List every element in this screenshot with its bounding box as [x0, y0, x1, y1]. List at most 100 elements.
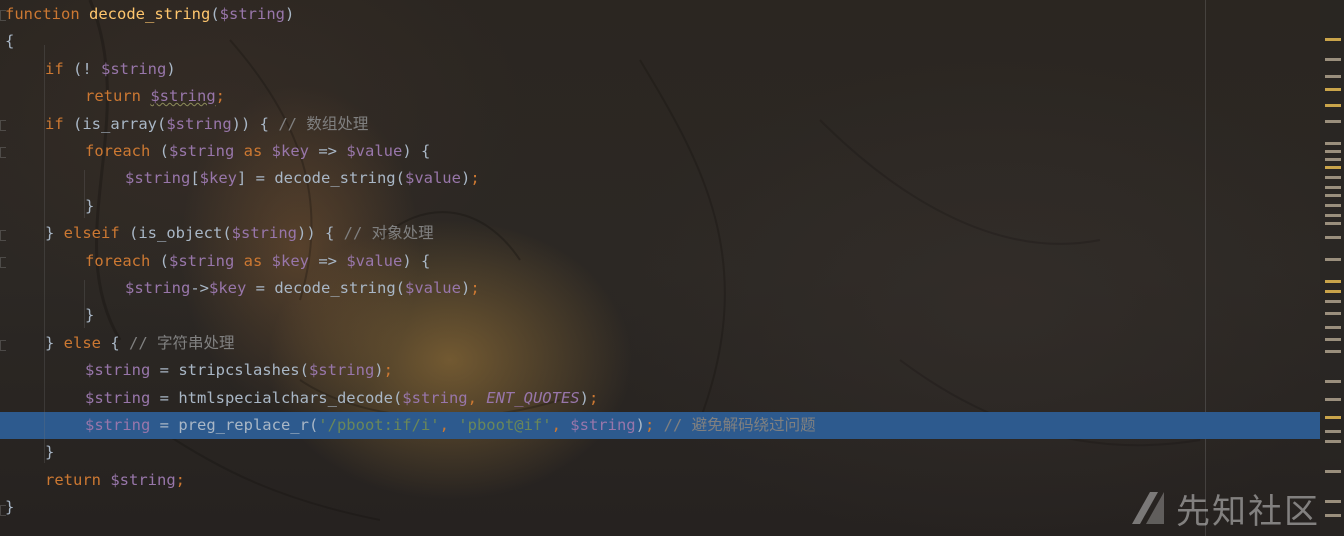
code-line[interactable]: }	[0, 439, 1320, 466]
editor-scrollbar[interactable]	[1320, 0, 1344, 536]
code-line[interactable]: } elseif (is_object($string)) { // 对象处理	[0, 220, 1320, 247]
code-token: $string	[169, 251, 244, 270]
scrollbar-marker	[1325, 380, 1341, 383]
code-token: $string	[85, 388, 160, 407]
code-token: (!	[73, 59, 101, 78]
code-token: )	[374, 361, 384, 380]
code-token: $value	[404, 169, 461, 188]
code-token: }	[45, 333, 64, 352]
code-token: as	[243, 142, 272, 160]
xianzhi-logo-icon	[1132, 492, 1164, 524]
code-line[interactable]: $string = htmlspecialchars_decode($strin…	[0, 385, 1320, 412]
scrollbar-marker	[1325, 416, 1341, 419]
code-token: as	[243, 251, 272, 270]
code-line[interactable]: foreach ($string as $key => $value) {	[0, 138, 1320, 165]
code-text: $string = htmlspecialchars_decode($strin…	[85, 385, 598, 412]
fold-marker-icon[interactable]	[0, 505, 6, 516]
fold-marker-icon[interactable]	[0, 147, 6, 158]
code-token: $string	[125, 279, 191, 297]
scrollbar-marker	[1325, 222, 1341, 225]
code-text: $string->$key = decode_string($value);	[125, 275, 480, 302]
code-token: ;	[383, 361, 393, 380]
code-line[interactable]: $string->$key = decode_string($value);	[0, 275, 1320, 302]
code-token: $string	[85, 361, 160, 380]
code-token: )) {	[231, 114, 279, 133]
code-token: ;	[470, 279, 480, 297]
indent-guide	[84, 280, 85, 328]
fold-marker-icon[interactable]	[0, 120, 6, 131]
code-token: }	[85, 306, 95, 325]
code-token: )	[166, 59, 176, 78]
code-token: ->	[190, 279, 209, 297]
code-text: }	[85, 302, 94, 329]
code-token: //	[278, 114, 307, 133]
scrollbar-marker	[1325, 514, 1341, 517]
scrollbar-marker	[1325, 350, 1341, 353]
code-token: return	[45, 470, 111, 489]
code-line[interactable]: foreach ($string as $key => $value) {	[0, 248, 1320, 275]
code-token: ,	[551, 416, 571, 434]
code-line[interactable]: $string[$key] = decode_string($value);	[0, 165, 1320, 192]
code-token: )	[460, 169, 471, 188]
code-line[interactable]: function decode_string($string)	[0, 1, 1320, 28]
scrollbar-marker	[1325, 326, 1341, 329]
code-token: $string	[219, 5, 285, 23]
code-token: )	[635, 416, 645, 434]
scrollbar-marker	[1325, 88, 1341, 91]
fold-marker-icon[interactable]	[0, 257, 6, 268]
fold-marker-icon[interactable]	[0, 10, 6, 21]
code-token: }	[5, 498, 15, 517]
code-editor[interactable]: function decode_string($string){ if (! $s…	[0, 0, 1320, 536]
code-line[interactable]: } else { // 字符串处理	[0, 330, 1320, 357]
watermark: 先知社区	[1128, 484, 1320, 532]
code-line[interactable]: }	[0, 193, 1320, 220]
code-token: $key	[199, 169, 237, 188]
code-text: }	[45, 439, 54, 466]
code-token: $value	[404, 279, 461, 297]
code-line[interactable]: return $string;	[0, 83, 1320, 110]
code-line[interactable]: if (! $string)	[0, 56, 1320, 83]
code-text: } elseif (is_object($string)) { // 对象处理	[45, 220, 434, 247]
scrollbar-marker	[1325, 194, 1341, 197]
code-token: 对象处理	[371, 224, 434, 243]
code-text: function decode_string($string)	[5, 1, 294, 28]
code-token: ) {	[402, 142, 431, 160]
code-line[interactable]: $string = stripcslashes($string);	[0, 357, 1320, 384]
scrollbar-marker	[1325, 120, 1341, 123]
code-token: $string	[570, 416, 636, 434]
scrollbar-marker	[1325, 338, 1341, 341]
code-token: elseif	[63, 224, 129, 243]
code-token: return	[85, 87, 151, 106]
code-token: $value	[346, 142, 403, 160]
code-text: {	[5, 28, 14, 55]
scrollbar-marker	[1325, 204, 1341, 207]
code-token: //	[663, 416, 692, 434]
code-token: = decode_string(	[255, 279, 405, 297]
scrollbar-marker	[1325, 75, 1341, 78]
code-token: $key	[271, 251, 319, 270]
code-token: $string	[110, 470, 176, 489]
code-token: $string	[85, 416, 160, 434]
code-token: ;	[215, 87, 225, 106]
code-token: = stripcslashes(	[159, 361, 309, 380]
scrollbar-marker	[1325, 186, 1341, 189]
code-text: return $string;	[45, 467, 185, 494]
code-line[interactable]: }	[0, 302, 1320, 329]
code-token: (	[159, 142, 169, 160]
code-text: if (! $string)	[45, 56, 176, 83]
code-text: }	[5, 494, 14, 521]
code-text: } else { // 字符串处理	[45, 330, 235, 357]
fold-marker-icon[interactable]	[0, 230, 6, 241]
code-token: $key	[271, 142, 319, 160]
fold-marker-icon[interactable]	[0, 340, 6, 351]
code-token: (is_array(	[73, 114, 167, 133]
code-text: foreach ($string as $key => $value) {	[85, 248, 430, 275]
code-line[interactable]: return $string;	[0, 467, 1320, 494]
scrollbar-marker	[1325, 312, 1341, 315]
code-token: ,	[439, 416, 459, 434]
code-line[interactable]: if (is_array($string)) { // 数组处理	[0, 111, 1320, 138]
code-line[interactable]: {	[0, 28, 1320, 55]
scrollbar-marker	[1325, 38, 1341, 41]
code-line[interactable]: }	[0, 494, 1320, 521]
code-line-highlighted[interactable]: $string = preg_replace_r('/pboot:if/i', …	[0, 412, 1320, 439]
